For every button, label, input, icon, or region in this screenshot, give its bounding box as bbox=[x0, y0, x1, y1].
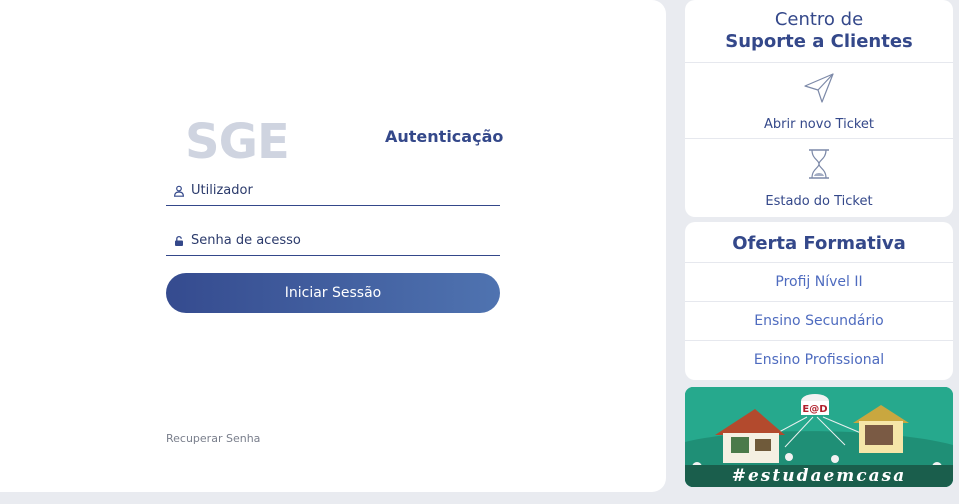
offer-item-secundario[interactable]: Ensino Secundário bbox=[685, 302, 953, 341]
login-panel: SGE Autenticação Iniciar Sessão Recupera… bbox=[0, 0, 666, 492]
password-input[interactable] bbox=[191, 226, 500, 255]
offer-item-profij[interactable]: Profij Nível II bbox=[685, 263, 953, 302]
offer-item-profissional[interactable]: Ensino Profissional bbox=[685, 341, 953, 380]
training-offer-card: Oferta Formativa Profij Nível II Ensino … bbox=[685, 222, 953, 380]
password-field[interactable] bbox=[166, 226, 500, 256]
user-icon bbox=[170, 182, 188, 200]
banner-badge: E@D bbox=[802, 404, 827, 415]
sge-logo: SGE bbox=[185, 114, 290, 170]
ticket-status-item[interactable]: Estado do Ticket bbox=[685, 139, 953, 215]
open-ticket-label: Abrir novo Ticket bbox=[763, 117, 874, 132]
ticket-status-label: Estado do Ticket bbox=[765, 194, 873, 209]
paper-plane-icon bbox=[802, 71, 836, 109]
support-header: Centro de Suporte a Clientes bbox=[685, 0, 953, 63]
auth-title: Autenticação bbox=[385, 127, 504, 146]
estudaemcasa-banner[interactable]: E@D #estudaemcasa bbox=[685, 387, 953, 487]
support-title-line1: Centro de bbox=[774, 9, 864, 30]
offer-title: Oferta Formativa bbox=[685, 222, 953, 263]
open-ticket-item[interactable]: Abrir novo Ticket bbox=[685, 63, 953, 139]
username-field[interactable] bbox=[166, 176, 500, 206]
recover-password-link[interactable]: Recuperar Senha bbox=[166, 432, 260, 445]
hourglass-icon bbox=[805, 147, 833, 185]
support-center-card: Centro de Suporte a Clientes Abrir novo … bbox=[685, 0, 953, 217]
support-title-line2: Suporte a Clientes bbox=[725, 31, 913, 52]
lock-icon bbox=[170, 232, 188, 250]
login-button[interactable]: Iniciar Sessão bbox=[166, 273, 500, 313]
banner-hashtag: #estudaemcasa bbox=[685, 465, 953, 487]
username-input[interactable] bbox=[191, 176, 500, 205]
